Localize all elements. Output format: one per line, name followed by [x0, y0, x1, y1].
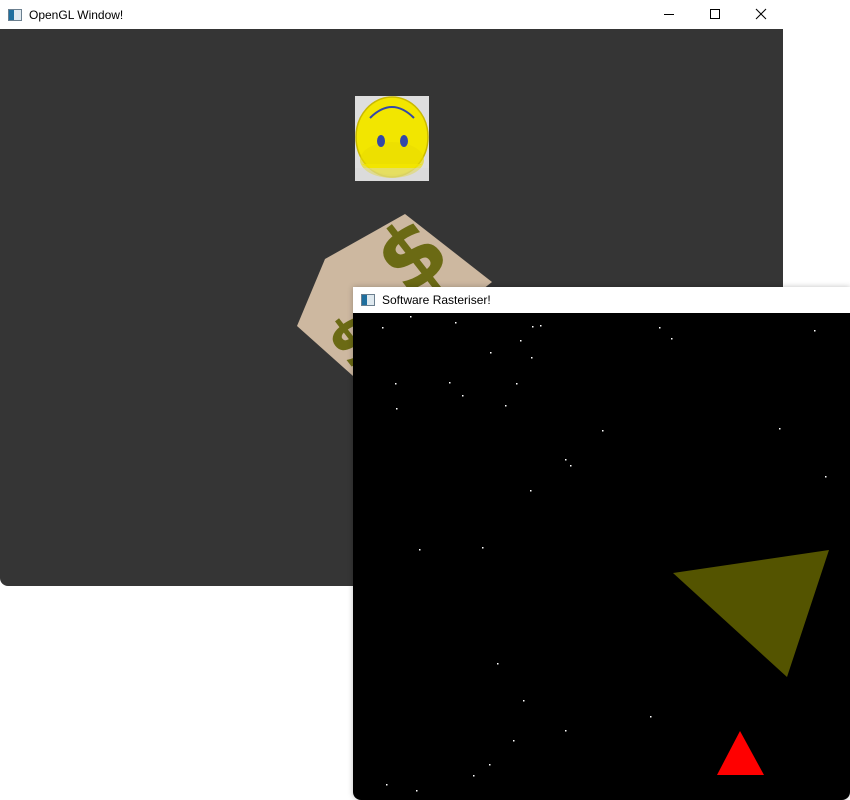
- star: [523, 700, 525, 702]
- star: [382, 327, 384, 329]
- app-window-icon: [8, 8, 22, 21]
- minimize-button[interactable]: [646, 0, 692, 28]
- star: [395, 383, 397, 385]
- opengl-titlebar[interactable]: OpenGL Window!: [0, 0, 783, 29]
- close-icon: [755, 8, 767, 20]
- software-viewport[interactable]: [353, 313, 850, 800]
- app-window-icon: [361, 294, 375, 306]
- star: [659, 327, 661, 329]
- minimize-icon: [664, 14, 674, 15]
- star: [505, 405, 507, 407]
- star: [540, 325, 542, 327]
- star: [410, 316, 412, 318]
- star: [473, 775, 475, 777]
- star: [516, 383, 518, 385]
- smiley-texture: [355, 96, 429, 181]
- star: [489, 764, 491, 766]
- star: [814, 330, 816, 332]
- star: [416, 790, 418, 792]
- star: [419, 549, 421, 551]
- software-window-title: Software Rasteriser!: [382, 293, 491, 307]
- software-rasteriser-window[interactable]: Software Rasteriser!: [353, 287, 850, 800]
- star: [602, 430, 604, 432]
- close-button[interactable]: [738, 0, 784, 28]
- star: [779, 428, 781, 430]
- star: [455, 322, 457, 324]
- star: [520, 340, 522, 342]
- star: [671, 338, 673, 340]
- maximize-button[interactable]: [692, 0, 738, 28]
- star: [530, 490, 532, 492]
- star: [396, 408, 398, 410]
- star: [565, 730, 567, 732]
- star: [490, 352, 492, 354]
- star: [532, 326, 534, 328]
- maximize-icon: [710, 9, 720, 19]
- olive-triangle: [673, 550, 829, 677]
- star: [482, 547, 484, 549]
- star: [449, 382, 451, 384]
- star: [825, 476, 827, 478]
- star: [531, 357, 533, 359]
- star: [570, 465, 572, 467]
- star: [650, 716, 652, 718]
- star: [513, 740, 515, 742]
- star: [497, 663, 499, 665]
- software-titlebar[interactable]: Software Rasteriser!: [353, 287, 850, 313]
- star: [565, 459, 567, 461]
- starfield: [382, 316, 827, 792]
- red-triangle: [717, 731, 764, 775]
- star: [462, 395, 464, 397]
- star: [386, 784, 388, 786]
- opengl-window-title: OpenGL Window!: [29, 7, 124, 22]
